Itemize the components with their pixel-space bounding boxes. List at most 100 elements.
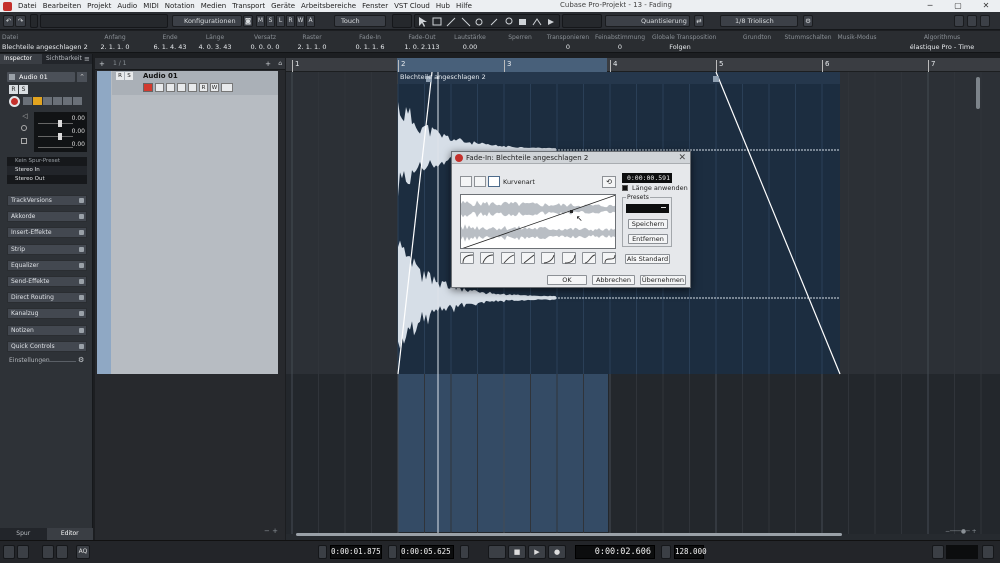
volume-slider[interactable] (38, 123, 73, 124)
minimize-icon[interactable]: ─ (916, 0, 944, 12)
timeline-ruler[interactable]: 1 2 3 4 5 6 7 (286, 58, 1000, 72)
damped-spline-button[interactable] (474, 176, 486, 187)
quantize-settings-icon[interactable]: ⚙ (803, 15, 813, 27)
edit-tools-icons[interactable] (415, 15, 561, 29)
cancel-button[interactable]: Abbrechen (592, 275, 635, 285)
horizontal-scrollbar[interactable] (296, 533, 842, 536)
pan-slider[interactable] (38, 136, 73, 137)
play-marker-icon[interactable] (42, 545, 54, 559)
mode-button[interactable]: W (296, 15, 305, 27)
track-preset-field[interactable]: Kein Spur-Preset (7, 157, 87, 166)
left-locator-display[interactable]: 0:00:01.875 (330, 545, 382, 559)
folder-icon[interactable] (73, 97, 82, 105)
tempo-icon[interactable] (17, 545, 29, 559)
track-edit-icon[interactable] (188, 83, 197, 92)
locator-range[interactable] (397, 58, 607, 72)
mode-button[interactable]: L (276, 15, 285, 27)
output-icon[interactable] (982, 545, 994, 559)
meter-icon[interactable] (932, 545, 944, 559)
mode-button[interactable]: R (286, 15, 295, 27)
menu-item[interactable]: Datei (15, 2, 40, 10)
vertical-scrollbar[interactable] (976, 77, 980, 109)
timebase-icon[interactable] (43, 97, 52, 105)
inspector-section[interactable]: Equalizer (7, 259, 87, 271)
chevron-up-icon[interactable]: ⌃ (77, 72, 87, 82)
section-toggle-icon[interactable] (79, 262, 84, 268)
punch-icon[interactable] (460, 545, 469, 559)
menu-item[interactable]: Arbeitsbereiche (298, 2, 359, 10)
curve-shape-button[interactable] (602, 252, 617, 264)
redo-icon[interactable]: ↷ (15, 15, 26, 27)
input-routing-field[interactable]: Stereo In (7, 166, 87, 175)
menu-item[interactable]: Projekt (84, 2, 114, 10)
section-toggle-icon[interactable] (79, 279, 84, 284)
section-toggle-icon[interactable] (79, 311, 84, 317)
inspector-section[interactable]: Kanalzug (7, 308, 87, 320)
info-value[interactable]: Blechteile angeschlagen 2 (2, 43, 88, 51)
menu-item[interactable]: Hub (433, 2, 453, 10)
info-column[interactable]: Grundton (729, 34, 785, 43)
output-routing-field[interactable]: Stereo Out (7, 175, 87, 184)
menu-item[interactable]: VST Cloud (391, 2, 433, 10)
menu-item[interactable]: Medien (198, 2, 229, 10)
track-name-field[interactable]: Audio 01 (7, 72, 75, 82)
track-write-button[interactable]: W (210, 83, 219, 92)
right-locator-display[interactable]: 0:00:05.625 (400, 545, 454, 559)
info-value[interactable]: 0 (540, 43, 596, 51)
track-list-menu-icon[interactable]: ⌂ (278, 60, 282, 67)
info-column[interactable]: Raster 2. 1. 1. 0 (284, 34, 340, 51)
track-mute-button[interactable]: R (116, 72, 124, 80)
info-value[interactable]: 4. 0. 3. 43 (187, 43, 243, 51)
undo-icon[interactable]: ↶ (3, 15, 14, 27)
tab-track[interactable]: Spur (0, 528, 47, 540)
section-toggle-icon[interactable] (79, 246, 84, 252)
menu-item[interactable]: Transport (229, 2, 268, 10)
spline-curve-button[interactable] (460, 176, 472, 187)
tab-inspector[interactable]: Inspector (0, 54, 42, 64)
info-value[interactable]: 0.00 (442, 43, 498, 51)
auto-quantize-button[interactable]: AQ (76, 545, 90, 559)
configurations-button[interactable]: Konfigurationen (172, 15, 242, 27)
mode-button[interactable]: A (306, 15, 315, 27)
lanes-icon[interactable] (63, 97, 72, 105)
info-value[interactable]: Folgen (652, 43, 708, 51)
menu-item[interactable]: Fenster (359, 2, 391, 10)
pan-slider-handle[interactable] (58, 133, 62, 140)
curve-shape-button[interactable] (541, 252, 556, 264)
fade-out-handle[interactable] (713, 76, 719, 82)
section-toggle-icon[interactable] (79, 198, 84, 203)
cycle-icon[interactable] (488, 545, 506, 559)
quantize-label[interactable]: Quantisierung (605, 15, 690, 27)
menu-icon[interactable]: ≡ (84, 54, 92, 64)
volume-slider-handle[interactable] (58, 120, 62, 127)
info-column[interactable]: Musik-Modus (829, 34, 885, 43)
set-default-button[interactable]: Als Standard (625, 254, 670, 264)
close-icon[interactable]: ✕ (678, 152, 686, 164)
info-value[interactable]: élastique Pro - Time (897, 43, 987, 51)
info-column[interactable]: Algorithmus élastique Pro - Time (897, 34, 987, 51)
inspector-section[interactable]: Insert-Effekte (7, 227, 87, 239)
automation-mode-select[interactable]: Touch (334, 15, 386, 27)
delay-slider[interactable] (38, 147, 73, 148)
presets-select[interactable] (626, 204, 669, 213)
add-track-icon[interactable]: + (99, 60, 105, 68)
track-solo-button[interactable]: S (125, 72, 133, 80)
solo-button[interactable]: S (19, 85, 28, 94)
track-name[interactable]: Audio 01 (143, 72, 178, 80)
menu-item[interactable]: Hilfe (453, 2, 475, 10)
info-column[interactable]: Feinabstimmung 0 (592, 34, 648, 51)
inspector-section[interactable]: Notizen (7, 324, 87, 336)
lock-icon[interactable] (33, 97, 42, 105)
apply-button[interactable]: Übernehmen (640, 275, 686, 285)
layout-left-icon[interactable] (954, 15, 964, 27)
inspector-section[interactable]: Send-Effekte (7, 276, 87, 287)
info-value[interactable]: 2. 1. 1. 0 (87, 43, 143, 51)
mode-button[interactable]: S (266, 15, 275, 27)
info-column[interactable]: Globale Transposition Folgen (652, 34, 716, 51)
info-column[interactable]: Lautstärke 0.00 (442, 34, 498, 51)
mode-button[interactable]: M (256, 15, 265, 27)
curve-shape-button[interactable] (500, 252, 515, 264)
curve-shape-button[interactable] (480, 252, 495, 264)
track-timebase-icon[interactable] (166, 83, 175, 92)
ok-button[interactable]: OK (547, 275, 587, 285)
